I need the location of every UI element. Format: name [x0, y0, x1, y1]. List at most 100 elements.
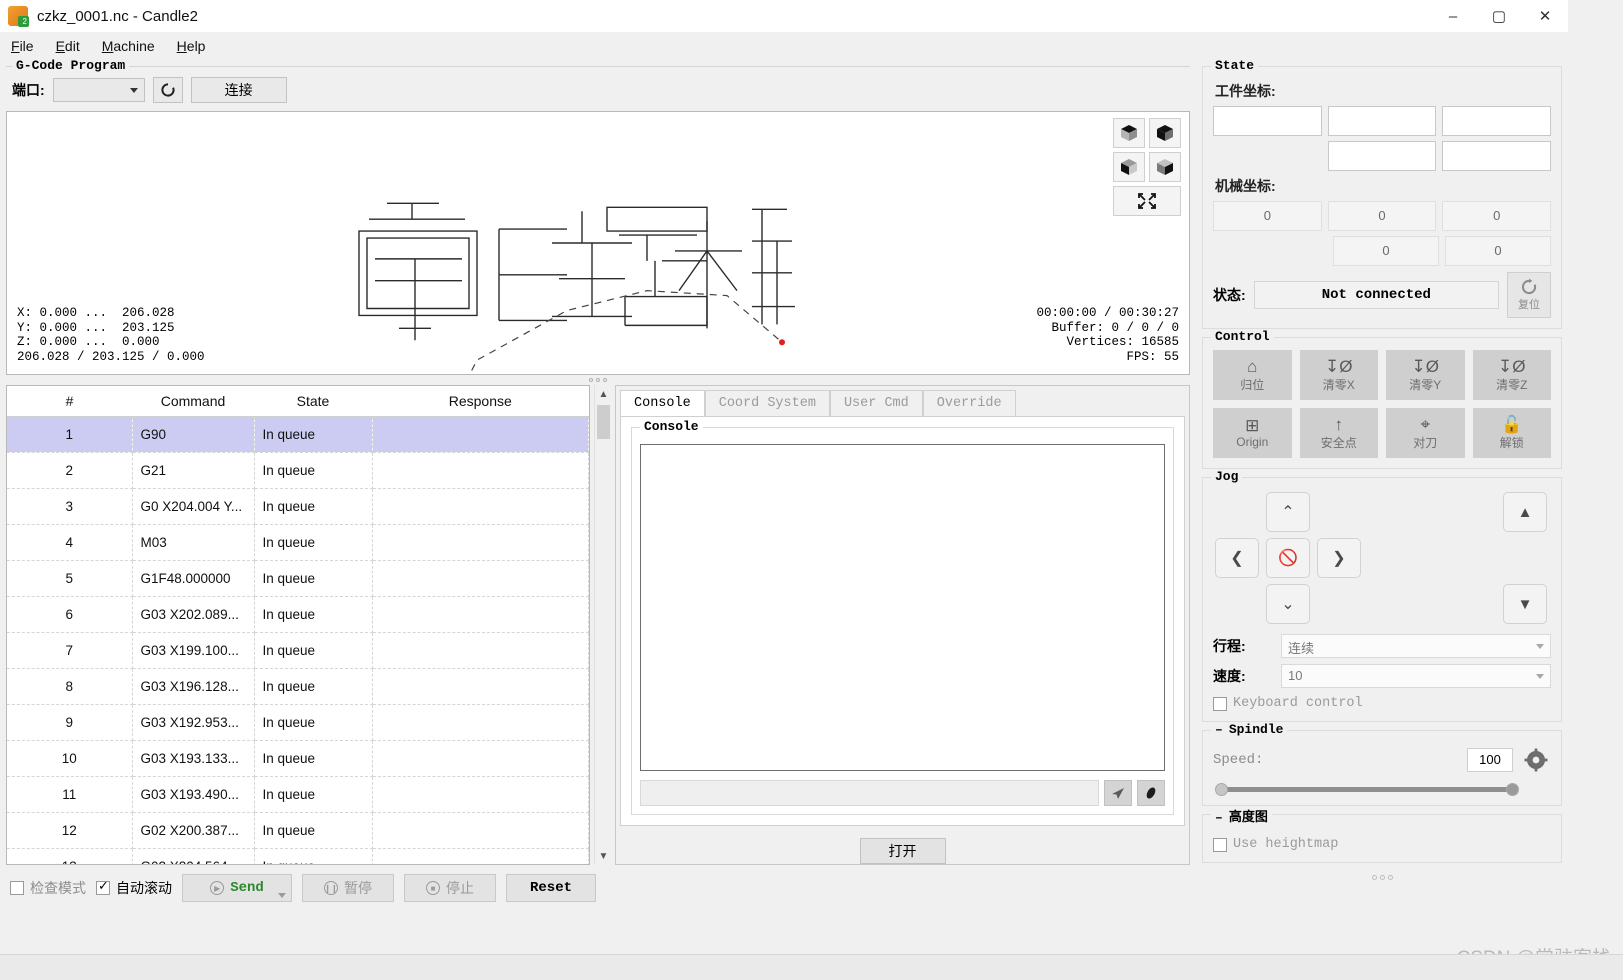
table-row[interactable]: 8 G03 X196.128... In queue: [7, 668, 589, 705]
no-entry-icon: 🚫: [1278, 550, 1298, 567]
column-header-state[interactable]: State: [254, 386, 372, 417]
use-heightmap-checkbox[interactable]: Use heightmap: [1213, 837, 1551, 852]
control-button-清零Y[interactable]: ↧Ø 清零Y: [1386, 350, 1465, 400]
cell-index: 9: [7, 704, 133, 741]
table-row[interactable]: 9 G03 X192.953... In queue: [7, 704, 589, 741]
jog-feed-row: 速度: 10: [1213, 664, 1551, 688]
open-button[interactable]: 打开: [859, 838, 946, 864]
check-mode-checkbox[interactable]: 检查模式: [10, 878, 86, 898]
console-send-button[interactable]: [1104, 780, 1132, 806]
front-view-button[interactable]: [1113, 152, 1145, 182]
menu-help[interactable]: Help: [166, 35, 217, 57]
control-button-清零X[interactable]: ↧Ø 清零X: [1299, 350, 1378, 400]
table-row[interactable]: 7 G03 X199.100... In queue: [7, 632, 589, 669]
slider-knob-min[interactable]: [1215, 783, 1228, 796]
table-row[interactable]: 1 G90 In queue: [7, 416, 589, 453]
refresh-ports-button[interactable]: [152, 77, 183, 103]
jog-z-plus-button[interactable]: ▲: [1503, 492, 1547, 532]
table-row[interactable]: 12 G02 X200.387... In queue: [7, 812, 589, 849]
column-header-index[interactable]: #: [7, 386, 132, 417]
reset-button[interactable]: Reset: [506, 874, 596, 902]
table-row[interactable]: 5 G1F48.000000 In queue: [7, 560, 589, 597]
slider-knob-value[interactable]: [1506, 783, 1519, 796]
jog-x-plus-button[interactable]: ❯: [1317, 538, 1361, 578]
control-button-Origin[interactable]: ⊞ Origin: [1213, 408, 1292, 458]
maximize-button[interactable]: ▢: [1476, 0, 1522, 32]
tab-console[interactable]: Console: [620, 390, 705, 416]
tab-coord-system[interactable]: Coord System: [704, 390, 830, 416]
work-coord-z[interactable]: [1442, 106, 1552, 136]
work-coord-y[interactable]: [1327, 106, 1437, 136]
connect-button[interactable]: 连接: [190, 77, 287, 103]
spindle-panel-title[interactable]: – Spindle: [1211, 722, 1288, 737]
cell-index: 12: [7, 812, 133, 849]
console-command-input[interactable]: [640, 780, 1099, 806]
work-coord-b[interactable]: [1442, 141, 1552, 171]
jog-feed-select[interactable]: 10: [1281, 664, 1551, 688]
control-button-对刀[interactable]: ⌖ 对刀: [1386, 408, 1465, 458]
work-coord-a[interactable]: [1327, 141, 1437, 171]
autoscroll-checkbox[interactable]: 自动滚动: [96, 878, 172, 898]
control-button-解锁[interactable]: 🔓 解锁: [1472, 408, 1551, 458]
table-row[interactable]: 13G02 X204.564...In queue: [7, 848, 589, 864]
control-button-归位[interactable]: ⌂ 归位: [1213, 350, 1292, 400]
menu-file[interactable]: File: [0, 35, 45, 57]
fit-view-button[interactable]: [1113, 186, 1181, 216]
scrollbar-thumb[interactable]: [597, 405, 610, 439]
port-select[interactable]: [52, 78, 145, 102]
home-icon: ⌂: [1247, 356, 1258, 376]
right-panel-splitter-handle[interactable]: [1202, 871, 1562, 880]
tab-override[interactable]: Override: [922, 390, 1016, 416]
cell-command: G0 X204.004 Y...: [132, 488, 255, 525]
control-button-安全点[interactable]: ↑ 安全点: [1299, 408, 1378, 458]
jog-dpad-area: ⌃ ❮ 🚫 ❯ ⌄ ▲ ▼: [1213, 490, 1551, 628]
jog-y-plus-button[interactable]: ⌃: [1266, 492, 1310, 532]
send-button[interactable]: ▶ Send: [182, 874, 292, 902]
menu-edit[interactable]: Edit: [45, 35, 91, 57]
jog-x-minus-button[interactable]: ❮: [1215, 538, 1259, 578]
jog-stop-button[interactable]: 🚫: [1266, 538, 1310, 578]
keyboard-control-checkbox[interactable]: Keyboard control: [1213, 696, 1551, 711]
program-table-scroll[interactable]: # Command State Response 1 G90 In queue 2 G2…: [7, 386, 589, 864]
spindle-settings-button[interactable]: [1521, 745, 1551, 775]
menu-machine[interactable]: Machine: [91, 35, 166, 57]
tab-user-cmd[interactable]: User Cmd: [829, 390, 923, 416]
viewport-view-buttons: [1113, 118, 1181, 216]
column-header-response[interactable]: Response: [372, 386, 589, 417]
jog-step-select[interactable]: 连续: [1281, 634, 1551, 658]
control-button-清零Z[interactable]: ↧Ø 清零Z: [1472, 350, 1551, 400]
column-header-command[interactable]: Command: [132, 386, 254, 417]
isometric-view-button[interactable]: [1113, 118, 1145, 148]
table-row[interactable]: 6 G03 X202.089... In queue: [7, 596, 589, 633]
table-row[interactable]: 4 M03 In queue: [7, 524, 589, 561]
scroll-down-arrow-icon[interactable]: ▼: [595, 847, 612, 865]
work-coordinate-row-2: [1213, 141, 1552, 171]
console-output[interactable]: [640, 444, 1165, 771]
horizontal-splitter-handle[interactable]: [0, 375, 1196, 385]
table-row[interactable]: 3 G0 X204.004 Y... In queue: [7, 488, 589, 525]
table-row[interactable]: 10 G03 X193.133... In queue: [7, 740, 589, 777]
cell-command: G03 X192.953...: [132, 704, 255, 741]
console-clear-button[interactable]: [1137, 780, 1165, 806]
minimize-button[interactable]: –: [1430, 0, 1476, 32]
scroll-up-arrow-icon[interactable]: ▲: [595, 385, 612, 403]
stop-button[interactable]: ■ 停止: [404, 874, 496, 902]
3d-viewport[interactable]: X: 0.000 ... 206.028 Y: 0.000 ... 203.12…: [6, 111, 1190, 375]
stop-icon: ■: [426, 881, 440, 895]
left-view-button[interactable]: [1149, 152, 1181, 182]
table-row[interactable]: 2 G21 In queue: [7, 452, 589, 489]
heightmap-panel-title[interactable]: – 高度图: [1211, 806, 1272, 825]
table-row[interactable]: 11 G03 X193.490... In queue: [7, 776, 589, 813]
pause-button[interactable]: ❙❙ 暂停: [302, 874, 394, 902]
jog-z-minus-button[interactable]: ▼: [1503, 584, 1547, 624]
program-table-scrollbar[interactable]: ▲ ▼: [594, 385, 611, 865]
close-button[interactable]: ✕: [1522, 0, 1568, 32]
work-coord-x[interactable]: [1213, 106, 1322, 136]
top-view-button[interactable]: [1149, 118, 1181, 148]
jog-y-minus-button[interactable]: ⌄: [1266, 584, 1310, 624]
spindle-speed-value[interactable]: 100: [1467, 748, 1513, 772]
spindle-speed-slider[interactable]: [1213, 783, 1551, 796]
machine-reset-button[interactable]: 复位: [1507, 272, 1551, 318]
table-header-row: # Command State Response: [7, 386, 589, 417]
cell-state: In queue: [254, 848, 373, 864]
